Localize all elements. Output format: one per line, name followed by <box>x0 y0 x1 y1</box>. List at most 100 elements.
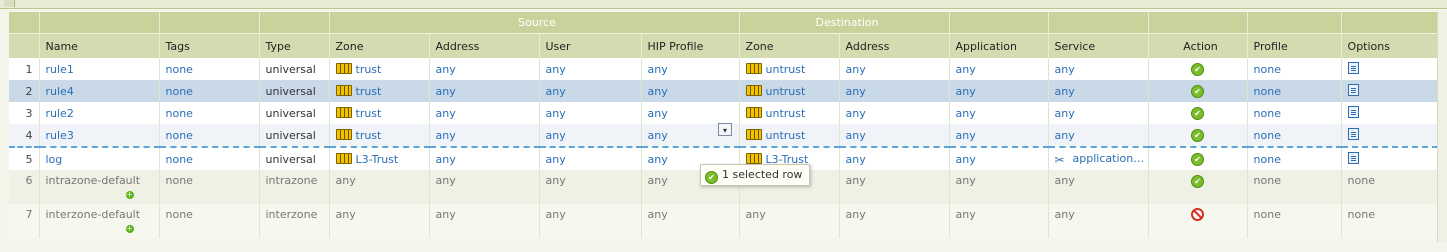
profile-cell[interactable]: none <box>1247 102 1342 124</box>
rule-name-link[interactable]: rule3 <box>39 124 160 147</box>
destination-zone-link[interactable]: untrust <box>766 85 806 98</box>
application-cell[interactable]: any <box>949 58 1049 80</box>
options-cell[interactable] <box>1341 124 1438 147</box>
table-row[interactable]: 3 rule2 none universal trust any any any… <box>9 102 1438 124</box>
destination-address-cell[interactable]: any <box>839 102 950 124</box>
tags-cell[interactable]: none <box>159 102 260 124</box>
application-cell[interactable]: any <box>949 102 1049 124</box>
profile-cell[interactable]: none <box>1247 146 1342 170</box>
col-header-destination-zone[interactable]: Zone <box>739 33 840 58</box>
destination-zone-cell[interactable]: untrust <box>739 58 840 80</box>
rule-name-cell[interactable]: interzone-default + <box>39 204 160 238</box>
collapse-handle[interactable] <box>4 0 15 7</box>
col-header-service[interactable]: Service <box>1048 33 1149 58</box>
destination-zone-cell[interactable]: untrust <box>739 124 840 147</box>
destination-address-cell[interactable]: any <box>839 124 950 147</box>
source-address-cell[interactable]: any <box>429 146 540 170</box>
source-zone-cell[interactable]: trust <box>329 102 430 124</box>
tags-cell[interactable]: none <box>159 80 260 102</box>
default-rule-name[interactable]: intrazone-default <box>46 174 159 187</box>
source-address-cell[interactable]: any <box>429 124 540 147</box>
destination-zone-link[interactable]: untrust <box>766 129 806 142</box>
source-zone-cell[interactable]: trust <box>329 58 430 80</box>
source-zone-cell[interactable]: L3-Trust <box>329 146 430 170</box>
table-row[interactable]: 1 rule1 none universal trust any any any… <box>9 58 1438 80</box>
source-zone-cell[interactable]: trust <box>329 80 430 102</box>
action-cell[interactable]: ✔ <box>1148 80 1248 102</box>
col-header-application[interactable]: Application <box>949 33 1049 58</box>
col-header-user[interactable]: User <box>539 33 642 58</box>
source-zone-link[interactable]: trust <box>356 63 382 76</box>
source-zone-link[interactable]: L3-Trust <box>356 153 399 166</box>
options-doc-icon[interactable] <box>1347 151 1359 164</box>
service-cell[interactable]: any <box>1048 124 1149 147</box>
col-header-action[interactable]: Action <box>1148 33 1248 58</box>
service-cell[interactable]: any <box>1048 80 1149 102</box>
profile-cell[interactable]: none <box>1247 80 1342 102</box>
destination-zone-link[interactable]: untrust <box>766 63 806 76</box>
col-header-source-address[interactable]: Address <box>429 33 540 58</box>
col-header-name[interactable]: Name <box>39 33 160 58</box>
hip-profile-cell[interactable]: any <box>641 58 740 80</box>
rule-name-link[interactable]: log <box>39 146 160 170</box>
source-address-cell[interactable]: any <box>429 80 540 102</box>
tags-cell[interactable]: none <box>159 146 260 170</box>
hip-profile-cell[interactable]: any <box>641 80 740 102</box>
user-cell[interactable]: any <box>539 58 642 80</box>
profile-cell[interactable]: none <box>1247 58 1342 80</box>
options-doc-icon[interactable] <box>1347 83 1359 96</box>
options-doc-icon[interactable] <box>1347 61 1359 74</box>
tags-cell[interactable]: none <box>159 58 260 80</box>
action-cell[interactable]: ✔ <box>1148 170 1248 204</box>
options-cell[interactable] <box>1341 80 1438 102</box>
user-cell[interactable]: any <box>539 146 642 170</box>
table-row-default[interactable]: 7 interzone-default + none interzone any … <box>9 204 1438 238</box>
action-cell[interactable] <box>1148 204 1248 238</box>
options-cell[interactable] <box>1341 58 1438 80</box>
action-cell[interactable]: ✔ <box>1148 146 1248 170</box>
service-link[interactable]: application-d... <box>1073 152 1148 165</box>
col-header-profile[interactable]: Profile <box>1247 33 1342 58</box>
options-cell[interactable] <box>1341 146 1438 170</box>
action-cell[interactable]: ✔ <box>1148 124 1248 147</box>
source-address-cell[interactable]: any <box>429 58 540 80</box>
rule-name-cell[interactable]: intrazone-default + <box>39 170 160 204</box>
user-cell[interactable]: any <box>539 80 642 102</box>
rule-name-link[interactable]: rule2 <box>39 102 160 124</box>
rule-name-link[interactable]: rule1 <box>39 58 160 80</box>
service-cell[interactable]: any <box>1048 58 1149 80</box>
destination-address-cell[interactable]: any <box>839 146 950 170</box>
source-zone-link[interactable]: trust <box>356 107 382 120</box>
vertical-scrollbar[interactable] <box>1437 12 1447 242</box>
col-header-source-zone[interactable]: Zone <box>329 33 430 58</box>
destination-zone-link[interactable]: untrust <box>766 107 806 120</box>
application-cell[interactable]: any <box>949 80 1049 102</box>
col-header-type[interactable]: Type <box>259 33 330 58</box>
profile-cell[interactable]: none <box>1247 124 1342 147</box>
destination-address-cell[interactable]: any <box>839 58 950 80</box>
dropdown-arrow-icon[interactable]: ▾ <box>718 123 732 136</box>
options-doc-icon[interactable] <box>1347 105 1359 118</box>
source-zone-cell[interactable]: trust <box>329 124 430 147</box>
source-zone-link[interactable]: trust <box>356 85 382 98</box>
service-cell[interactable]: ✂ application-d... <box>1048 146 1149 170</box>
table-row-selected[interactable]: 2 rule4 none universal trust any any any… <box>9 80 1438 102</box>
destination-address-cell[interactable]: any <box>839 80 950 102</box>
default-rule-name[interactable]: interzone-default <box>46 208 159 221</box>
destination-zone-cell[interactable]: untrust <box>739 102 840 124</box>
application-cell[interactable]: any <box>949 124 1049 147</box>
user-cell[interactable]: any <box>539 102 642 124</box>
add-override-icon[interactable]: + <box>125 191 134 199</box>
user-cell[interactable]: any <box>539 124 642 147</box>
service-cell[interactable]: any <box>1048 102 1149 124</box>
col-header-destination-address[interactable]: Address <box>839 33 950 58</box>
rule-name-link[interactable]: rule4 <box>39 80 160 102</box>
options-doc-icon[interactable] <box>1347 127 1359 140</box>
hip-profile-cell[interactable]: any <box>641 102 740 124</box>
tags-cell[interactable]: none <box>159 124 260 147</box>
source-address-cell[interactable]: any <box>429 102 540 124</box>
action-cell[interactable]: ✔ <box>1148 102 1248 124</box>
application-cell[interactable]: any <box>949 146 1049 170</box>
action-cell[interactable]: ✔ <box>1148 58 1248 80</box>
source-zone-link[interactable]: trust <box>356 129 382 142</box>
